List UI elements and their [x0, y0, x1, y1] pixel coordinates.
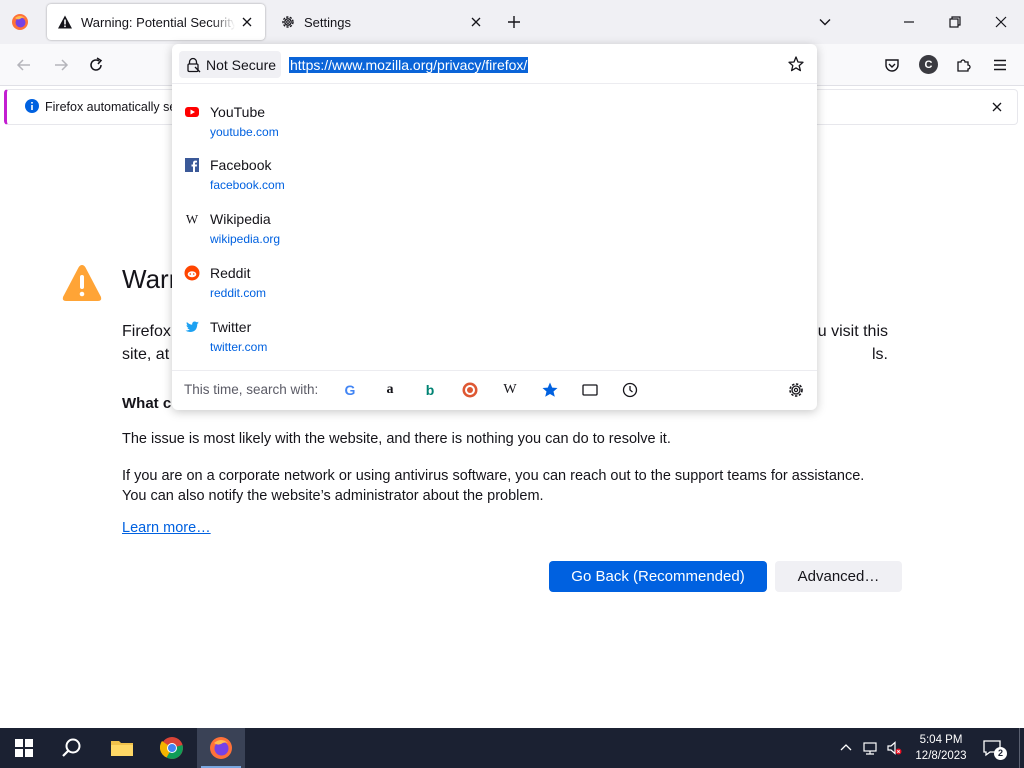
learn-more-link[interactable]: Learn more…	[122, 520, 211, 536]
bing-icon[interactable]: b	[421, 381, 439, 399]
suggestion-title: YouTube	[210, 104, 266, 120]
minimize-icon[interactable]	[900, 13, 918, 31]
suggestion-title: Reddit	[210, 265, 251, 281]
reload-icon[interactable]	[87, 56, 105, 74]
youtube-icon	[185, 107, 199, 117]
search-with-label: This time, search with:	[184, 382, 319, 397]
chrome-taskbar-button[interactable]	[148, 728, 196, 768]
hamburger-menu-icon[interactable]	[991, 56, 1009, 74]
system-clock[interactable]: 5:04 PM 12/8/2023	[908, 732, 974, 764]
facebook-icon	[185, 158, 199, 172]
chevron-down-icon[interactable]	[817, 14, 833, 30]
suggestion-title: Twitter	[210, 319, 252, 335]
tabs-icon[interactable]	[581, 381, 599, 399]
duckduckgo-icon[interactable]	[461, 381, 479, 399]
description-line-right-1: u visit this	[817, 323, 888, 340]
suggestion-url: reddit.com	[210, 286, 267, 300]
twitter-icon	[185, 321, 199, 332]
firefox-logo-icon[interactable]	[11, 13, 29, 31]
suggestion-wikipedia[interactable]: W Wikipedia wikipedia.org	[172, 206, 817, 258]
advice-line-1: If you are on a corporate network or usi…	[122, 468, 865, 484]
url-input[interactable]: https://www.mozilla.org/privacy/firefox/	[289, 57, 529, 73]
suggestion-twitter[interactable]: Twitter twitter.com	[172, 314, 817, 366]
chrome-icon	[160, 737, 183, 759]
bookmark-star-icon[interactable]	[787, 55, 805, 73]
show-desktop-button[interactable]	[1019, 728, 1020, 768]
site-security-indicator[interactable]: Not Secure	[179, 51, 281, 78]
back-arrow-icon[interactable]	[15, 56, 33, 74]
clock-date: 12/8/2023	[915, 750, 967, 762]
history-clock-icon[interactable]	[621, 381, 639, 399]
urlbar-dropdown: Not Secure https://www.mozilla.org/priva…	[172, 44, 817, 410]
warning-triangle-icon	[62, 265, 102, 301]
suggestion-url: wikipedia.org	[210, 232, 281, 246]
suggestion-reddit[interactable]: Reddit reddit.com	[172, 260, 817, 312]
windows-logo-icon	[15, 739, 33, 757]
folder-icon	[111, 741, 133, 756]
corporate-network-advice: If you are on a corporate network or usi…	[122, 466, 902, 506]
suggestion-url: youtube.com	[210, 125, 279, 139]
close-window-icon[interactable]	[992, 13, 1010, 31]
tab-title: Warning: Potential Security Risk Ahead	[81, 14, 235, 30]
volume-muted-icon[interactable]	[886, 740, 902, 756]
search-icon	[62, 738, 81, 757]
one-off-search-row: This time, search with: G a b W	[172, 370, 817, 410]
warning-icon	[58, 15, 72, 29]
windows-taskbar: 5:04 PM 12/8/2023 2	[0, 728, 1024, 768]
google-icon[interactable]: G	[341, 381, 359, 399]
go-back-button[interactable]: Go Back (Recommended)	[549, 561, 767, 592]
insecure-lock-icon	[187, 57, 201, 72]
notification-count-badge: 2	[994, 747, 1007, 760]
bookmarks-star-icon[interactable]	[541, 381, 559, 399]
close-tab-icon[interactable]	[239, 14, 255, 30]
search-settings-gear-icon[interactable]	[787, 381, 805, 399]
forward-arrow-icon[interactable]	[52, 56, 70, 74]
suggestion-url: twitter.com	[210, 340, 268, 354]
info-icon	[25, 99, 39, 113]
wikipedia-icon[interactable]: W	[501, 381, 519, 399]
suggestion-facebook[interactable]: Facebook facebook.com	[172, 152, 817, 204]
reddit-icon	[184, 265, 200, 281]
not-secure-label: Not Secure	[206, 56, 277, 73]
notification-text: Firefox automatically se	[45, 100, 177, 114]
account-avatar-icon[interactable]: C	[919, 55, 938, 74]
urlbar[interactable]: Not Secure https://www.mozilla.org/priva…	[172, 44, 817, 84]
wikipedia-icon: W	[186, 212, 199, 227]
description-line-right-2: ls.	[872, 346, 888, 363]
pocket-icon[interactable]	[883, 56, 901, 74]
tab-settings[interactable]: Settings	[270, 4, 494, 40]
clock-time: 5:04 PM	[919, 734, 963, 746]
suggestion-url: facebook.com	[210, 178, 285, 192]
tab-security-warning[interactable]: Warning: Potential Security Risk Ahead	[47, 4, 265, 40]
firefox-taskbar-button[interactable]	[197, 728, 245, 768]
extensions-puzzle-icon[interactable]	[955, 56, 973, 74]
what-can-you-do-heading: What c	[122, 395, 172, 412]
close-notification-icon[interactable]	[990, 100, 1004, 114]
svg-text:W: W	[186, 212, 199, 227]
gear-icon	[282, 16, 294, 28]
advanced-button[interactable]: Advanced…	[775, 561, 902, 592]
suggestion-title: Wikipedia	[210, 211, 271, 227]
tab-title: Settings	[304, 14, 351, 30]
suggestion-title: Facebook	[210, 157, 272, 173]
issue-explanation: The issue is most likely with the websit…	[122, 431, 671, 447]
restore-icon[interactable]	[946, 13, 964, 31]
start-button[interactable]	[0, 728, 48, 768]
tab-strip: Warning: Potential Security Risk Ahead S…	[0, 0, 1024, 44]
chevron-up-icon[interactable]	[838, 740, 854, 756]
advice-line-2: You can also notify the website’s admini…	[122, 488, 544, 504]
suggestion-youtube[interactable]: YouTube youtube.com	[172, 99, 817, 151]
file-explorer-taskbar-button[interactable]	[98, 728, 146, 768]
amazon-icon[interactable]: a	[381, 381, 399, 399]
network-icon[interactable]	[862, 740, 878, 756]
search-taskbar-button[interactable]	[48, 728, 96, 768]
new-tab-icon[interactable]	[505, 13, 523, 31]
firefox-icon	[210, 737, 232, 759]
close-tab-icon[interactable]	[468, 14, 484, 30]
description-right: u visit this ls.	[812, 320, 888, 366]
